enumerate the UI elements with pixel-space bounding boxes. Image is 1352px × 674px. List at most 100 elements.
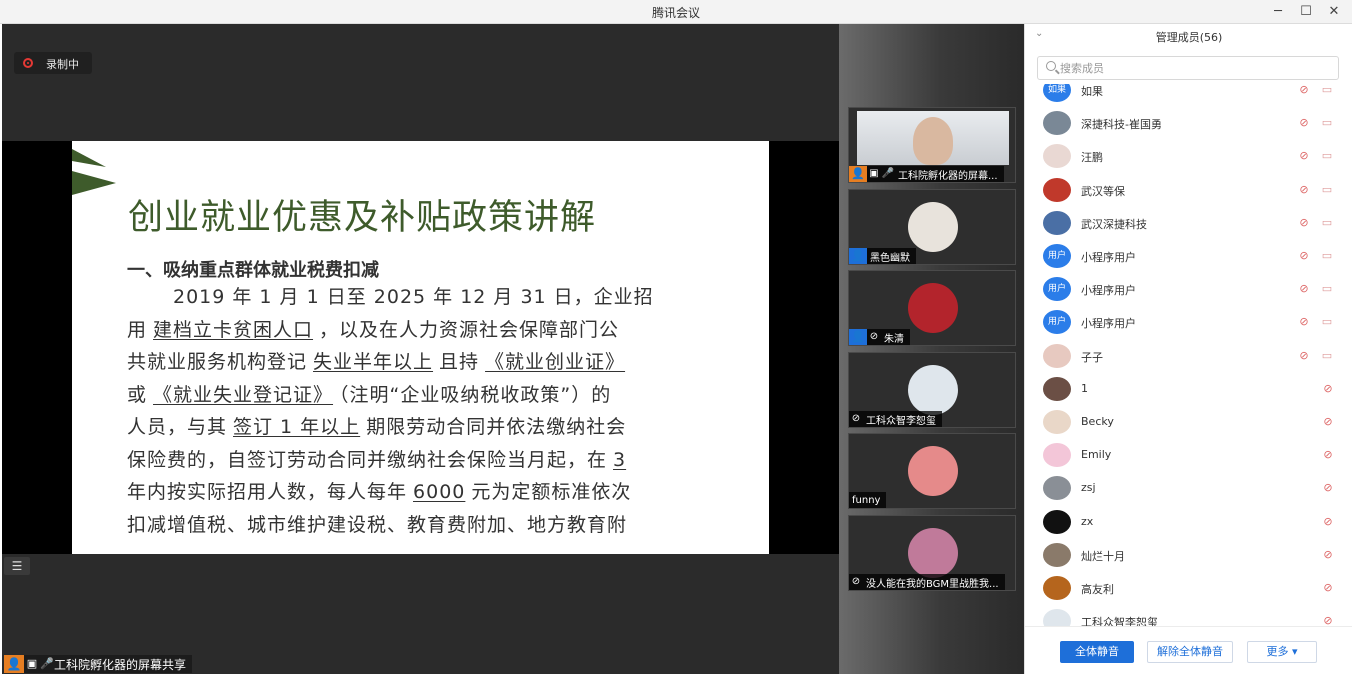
mic-off-icon[interactable]: ⊘ xyxy=(1297,84,1311,97)
minimize-button[interactable]: ─ xyxy=(1266,2,1290,22)
camera-off-icon[interactable]: ▭ xyxy=(1319,84,1335,97)
presenter-label: 👤 ▣ 🎤 工科院孵化器的屏幕共享 xyxy=(4,655,193,673)
member-row[interactable]: zx ⊘ xyxy=(1025,506,1352,539)
mic-off-icon[interactable]: ⊘ xyxy=(1297,349,1311,363)
mic-off-icon[interactable]: ⊘ xyxy=(1297,149,1311,163)
member-row[interactable]: Emily ⊘ xyxy=(1025,439,1352,472)
member-row[interactable]: 用户 小程序用户 ⊘ ▭ xyxy=(1025,306,1352,339)
member-row[interactable]: 用户 小程序用户 ⊘ ▭ xyxy=(1025,240,1352,273)
mic-off-icon[interactable]: ⊘ xyxy=(1321,515,1335,529)
mic-off-icon[interactable]: ⊘ xyxy=(1321,581,1335,595)
slide-title: 创业就业优惠及补贴政策讲解 xyxy=(128,198,597,238)
mic-off-icon[interactable]: ⊘ xyxy=(1297,116,1311,130)
mic-off-icon[interactable]: ⊘ xyxy=(1297,183,1311,197)
mic-off-icon[interactable]: ⊘ xyxy=(1321,548,1335,562)
camera-off-icon[interactable]: ▭ xyxy=(1319,183,1335,197)
member-name: 汪鹏 xyxy=(1081,151,1103,165)
mute-all-button[interactable]: 全体静音 xyxy=(1060,641,1134,663)
underlined-term: 失业半年以上 xyxy=(313,351,434,373)
tile-participant-name: 工科众智李恕玺 xyxy=(866,415,936,427)
app-window: 腾讯会议 ─ ☐ ✕ 录制中 创业就业优惠及补贴政策讲解 一、吸纳重点群体就业税… xyxy=(0,0,1352,674)
video-tile[interactable]: 👤 ▣ 🎤 工科院孵化器的屏幕... xyxy=(848,107,1016,183)
member-name: 高友利 xyxy=(1081,583,1114,596)
member-search[interactable] xyxy=(1037,56,1339,80)
unmute-all-button[interactable]: 解除全体静音 xyxy=(1147,641,1233,663)
member-avatar xyxy=(1043,376,1071,401)
list-toggle-button[interactable]: ☰ xyxy=(4,557,30,575)
camera-off-icon[interactable]: ▭ xyxy=(1319,282,1335,296)
camera-off-icon[interactable]: ▭ xyxy=(1319,249,1335,263)
member-row[interactable]: 汪鹏 ⊘ ▭ xyxy=(1025,140,1352,173)
panel-title: 管理成员(56) xyxy=(1155,31,1223,44)
participant-face xyxy=(913,117,953,165)
mic-off-icon[interactable]: ⊘ xyxy=(1297,249,1311,263)
mic-off-icon[interactable]: ⊘ xyxy=(1321,481,1335,495)
video-tile[interactable]: funny xyxy=(848,433,1016,509)
body-text: 扣减增值税、城市维护建设税、教育费附加、地方教育附 xyxy=(127,513,628,536)
more-button[interactable]: 更多 ▾ xyxy=(1247,641,1317,663)
member-avatar: 用户 xyxy=(1043,310,1071,335)
video-tile[interactable]: ⊘ 没人能在我的BGM里战胜我... xyxy=(848,515,1016,591)
camera-off-icon[interactable]: ▭ xyxy=(1319,315,1335,329)
member-name: 小程序用户 xyxy=(1081,284,1136,298)
mic-off-icon[interactable]: ⊘ xyxy=(1321,614,1335,626)
close-button[interactable]: ✕ xyxy=(1322,2,1346,22)
person-icon: 👤 xyxy=(849,329,867,345)
member-avatar: 用户 xyxy=(1043,277,1071,302)
body-text: 保险费的，自签订劳动合同并缴纳社会保险当月起，在 xyxy=(127,448,608,471)
body-text: 或 xyxy=(127,383,148,406)
member-row[interactable]: 武汉深捷科技 ⊘ ▭ xyxy=(1025,207,1352,240)
mic-off-icon[interactable]: ⊘ xyxy=(1321,382,1335,396)
maximize-button[interactable]: ☐ xyxy=(1294,2,1318,22)
member-row[interactable]: zsj ⊘ xyxy=(1025,472,1352,505)
participant-avatar xyxy=(908,446,958,496)
window-title: 腾讯会议 xyxy=(651,6,700,20)
member-row[interactable]: 子子 ⊘ ▭ xyxy=(1025,340,1352,373)
underlined-term: 6000 xyxy=(413,481,466,503)
camera-off-icon[interactable]: ▭ xyxy=(1319,149,1335,163)
mic-off-icon[interactable]: ⊘ xyxy=(1321,448,1335,462)
member-row[interactable]: 用户 小程序用户 ⊘ ▭ xyxy=(1025,273,1352,306)
member-name: 1 xyxy=(1081,381,1088,395)
member-row[interactable]: 工科众智李恕玺 ⊘ xyxy=(1025,605,1352,626)
slide-body-line: 或《就业失业登记证》 （注明“企业吸纳税收政策”）的 xyxy=(127,379,727,412)
mic-off-icon: ⊘ xyxy=(869,331,879,342)
mic-off-icon[interactable]: ⊘ xyxy=(1297,216,1311,230)
member-avatar xyxy=(1043,210,1071,235)
tile-name-label: 👤 ▣ 🎤 工科院孵化器的屏幕... xyxy=(849,166,1004,182)
participant-avatar xyxy=(908,283,958,333)
underlined-term: 3 xyxy=(613,448,627,471)
body-text: 年内按实际招用人数，每人每年 xyxy=(127,481,408,503)
body-text: ，以及在人力资源社会保障部门公 xyxy=(319,318,620,341)
member-row[interactable]: 高友利 ⊘ xyxy=(1025,572,1352,605)
body-text: （注明“企业吸纳税收政策”）的 xyxy=(339,383,612,406)
mic-off-icon[interactable]: ⊘ xyxy=(1297,315,1311,329)
video-tile[interactable]: 👤 黑色幽默 xyxy=(848,189,1016,265)
member-row[interactable]: 灿烂十月 ⊘ xyxy=(1025,539,1352,572)
member-name: zsj xyxy=(1081,481,1096,495)
member-name: 工科众智李恕玺 xyxy=(1081,616,1158,626)
member-name: Emily xyxy=(1081,448,1112,462)
video-tile[interactable]: ⊘ 工科众智李恕玺 xyxy=(848,352,1016,428)
camera-off-icon[interactable]: ▭ xyxy=(1319,216,1335,230)
member-row[interactable]: Becky ⊘ xyxy=(1025,406,1352,439)
member-name: 子子 xyxy=(1081,350,1103,364)
member-row[interactable]: 1 ⊘ xyxy=(1025,373,1352,406)
recording-indicator[interactable]: 录制中 xyxy=(14,52,92,74)
member-row[interactable]: 武汉等保 ⊘ ▭ xyxy=(1025,174,1352,207)
recording-label: 录制中 xyxy=(46,58,79,71)
slide-body-line: 共就业服务机构登记 失业半年以上 且持 《就业创业证》 xyxy=(127,346,727,379)
member-row[interactable]: 如果 如果 ⊘ ▭ xyxy=(1025,84,1352,107)
mic-off-icon[interactable]: ⊘ xyxy=(1297,282,1311,296)
camera-off-icon[interactable]: ▭ xyxy=(1319,116,1335,130)
member-avatar xyxy=(1043,144,1071,169)
slide-body-line: 人员，与其 签订 1 年以上 期限劳动合同并依法缴纳社会 xyxy=(127,411,727,444)
mic-off-icon[interactable]: ⊘ xyxy=(1321,415,1335,429)
video-tile[interactable]: 👤 ⊘ 朱清 xyxy=(848,270,1016,346)
member-avatar xyxy=(1043,177,1071,202)
member-row[interactable]: 深捷科技-崔国勇 ⊘ ▭ xyxy=(1025,107,1352,140)
screen-share-view: 创业就业优惠及补贴政策讲解 一、吸纳重点群体就业税费扣减 2019 年 1 月 … xyxy=(2,141,839,554)
camera-off-icon[interactable]: ▭ xyxy=(1319,349,1335,363)
member-name: 小程序用户 xyxy=(1081,251,1136,264)
search-input[interactable] xyxy=(1060,59,1330,77)
